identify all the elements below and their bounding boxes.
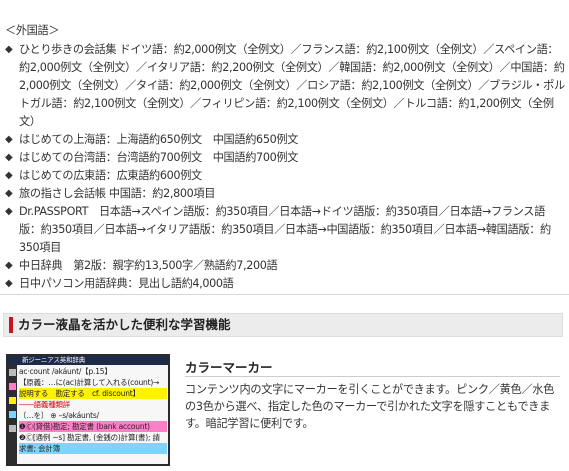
screen-sidebar: [8, 365, 17, 464]
list-item-text: ひとり歩きの会話集 ドイツ語：約2,000例文（全例文）／フランス語：約2,10…: [19, 43, 565, 128]
list-item: ◆ 中日辞典 第2版：親字約13,500字／熟語約7,200語: [5, 257, 565, 275]
feature-description: コンテンツ内の文字にマーカーを引くことができます。ピンク／黄色／水色の3色から選…: [185, 383, 555, 430]
diamond-bullet-icon: ◆: [5, 134, 13, 145]
blue-marker-icon: [9, 411, 16, 418]
feature-subtitle: カラーマーカー: [185, 360, 273, 375]
list-item: ◆ 日中パソコン用語辞典：見出し語約4,000語: [5, 275, 565, 293]
entry-line: 〔…を〕 ⊕ –s/əkáunts/: [19, 411, 99, 420]
entry-line: ❷Ⓒ[通例 ~s] 勘定書, (金銭の)計算(書); 請: [19, 433, 160, 442]
diamond-bullet-icon: ◆: [5, 188, 13, 199]
diamond-bullet-icon: ◆: [5, 206, 13, 217]
list-item: ◆ はじめての上海語：上海語約650例文 中国語約650例文: [5, 131, 565, 149]
pink-marker-icon: [9, 383, 16, 390]
list-item: ◆ はじめての広東語：広東語約600例文: [5, 167, 565, 185]
list-item: ◆ ひとり歩きの会話集 ドイツ語：約2,000例文（全例文）／フランス語：約2,1…: [5, 41, 565, 131]
eraser-icon: [9, 425, 16, 432]
list-item-text: はじめての上海語：上海語約650例文 中国語約650例文: [19, 133, 299, 146]
dictionary-screen-image: 新ジーニアス英和辞典 ac·count /əkáunt/【p.15】 【原義：……: [6, 354, 170, 466]
diamond-bullet-icon: ◆: [5, 152, 13, 163]
list-item-text: 旅の指さし会話帳 中国語：約2,800項目: [19, 187, 216, 200]
foreign-language-list: ＜外国語＞ ◆ ひとり歩きの会話集 ドイツ語：約2,000例文（全例文）／フランス…: [5, 22, 565, 293]
feature-section-header: カラー液晶を活かした便利な学習機能: [3, 313, 563, 337]
entry-line: ――語義種類詳: [19, 400, 71, 409]
entry-headword: ac·count /əkáunt/【p.15】: [19, 367, 112, 376]
header-accent-bar: [9, 317, 13, 333]
list-item-text: 日中パソコン用語辞典：見出し語約4,000語: [19, 277, 234, 290]
list-item-text: はじめての台湾語：台湾語約700例文 中国語約700例文: [19, 151, 299, 164]
list-item: ◆ 旅の指さし会話帳 中国語：約2,800項目: [5, 185, 565, 203]
section-divider: [0, 294, 569, 295]
highlighted-line: 求書; 会計簿: [19, 443, 167, 454]
diamond-bullet-icon: ◆: [5, 278, 13, 289]
screen-topbar: 新ジーニアス英和辞典: [8, 356, 168, 365]
highlighted-line: 説明する 勘定する cf. discount】: [19, 388, 167, 399]
entry-line: 【原義：…に(ac)計算して入れる(count)→: [19, 378, 160, 387]
diamond-bullet-icon: ◆: [5, 260, 13, 271]
highlighted-line: ❶Ⓒ(貸借)勘定; 勘定書 (bank account): [19, 421, 167, 432]
list-item-text: Dr.PASSPORT 日本語→スペイン語版：約350項目／日本語→ドイツ語版：…: [19, 205, 551, 254]
screen-content: ac·count /əkáunt/【p.15】 【原義：…に(ac)計算して入れ…: [19, 366, 167, 454]
list-item: ◆ はじめての台湾語：台湾語約700例文 中国語約700例文: [5, 149, 565, 167]
feature-section-title: カラー液晶を活かした便利な学習機能: [18, 317, 231, 332]
list-item-text: はじめての広東語：広東語約600例文: [19, 169, 202, 182]
marker-tool-icon: [9, 369, 16, 376]
section-heading: ＜外国語＞: [5, 24, 60, 37]
subtitle-rule: [185, 376, 560, 377]
list-item: ◆ Dr.PASSPORT 日本語→スペイン語版：約350項目／日本語→ドイツ語版…: [5, 203, 565, 257]
yellow-marker-icon: [9, 397, 16, 404]
diamond-bullet-icon: ◆: [5, 44, 13, 55]
diamond-bullet-icon: ◆: [5, 170, 13, 181]
list-item-text: 中日辞典 第2版：親字約13,500字／熟語約7,200語: [19, 259, 278, 272]
